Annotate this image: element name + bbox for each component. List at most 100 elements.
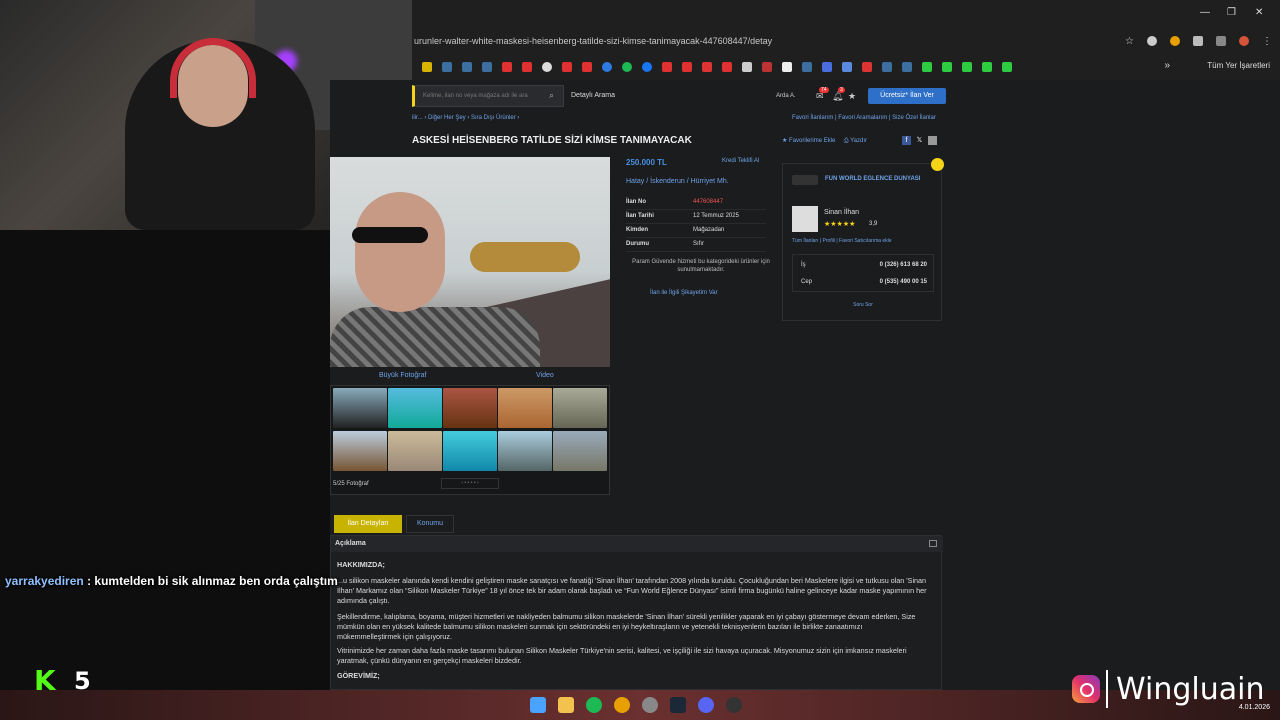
ask-question-link[interactable]: Soru Sor <box>783 302 943 308</box>
youtube-icon[interactable] <box>682 62 692 72</box>
bookmark-icon[interactable] <box>862 62 872 72</box>
steam-icon[interactable] <box>802 62 812 72</box>
steam-icon[interactable] <box>902 62 912 72</box>
steam-icon[interactable] <box>670 697 686 713</box>
chat-username: yarrakyediren <box>5 574 84 588</box>
youtube-icon[interactable] <box>582 62 592 72</box>
main-photo[interactable] <box>330 157 610 367</box>
post-ad-button[interactable]: Ücretsiz* İlan Ver <box>868 88 946 104</box>
print-link[interactable]: Yazdır <box>850 138 867 144</box>
thumbnail[interactable] <box>553 388 607 428</box>
thumbnail[interactable] <box>443 388 497 428</box>
bookmark-icon[interactable] <box>542 62 552 72</box>
store-name[interactable]: FUN WORLD EGLENCE DUNYASI <box>825 176 920 182</box>
avatar[interactable] <box>792 206 818 232</box>
extension-icon[interactable] <box>1170 36 1180 46</box>
user-menu[interactable]: Arda A. <box>776 93 796 99</box>
bookmark-icon[interactable] <box>702 62 712 72</box>
maximize-icon[interactable]: ❐ <box>1227 7 1236 18</box>
thumbnail[interactable] <box>443 431 497 471</box>
tab-listing-details[interactable]: İlan Detayları <box>334 515 402 533</box>
listing-actions: ★ Favorilerime Ekle ⎙ Yazdır <box>782 137 867 145</box>
profile-icon[interactable] <box>1239 36 1249 46</box>
complaint-link[interactable]: İlan ile İlgili Şikayetim Var <box>650 290 718 296</box>
detailed-search-link[interactable]: Detaylı Arama <box>571 92 615 99</box>
youtube-icon[interactable] <box>562 62 572 72</box>
phone-number[interactable]: 0 (326) 613 68 20 <box>880 262 927 268</box>
search-icon[interactable]: ⌕ <box>549 90 554 101</box>
obs-icon[interactable] <box>726 697 742 713</box>
seller-links[interactable]: Tüm İlanları | Profili | Favori Satıcıla… <box>792 238 892 244</box>
star-icon[interactable]: ★ <box>848 91 856 102</box>
big-photo-link[interactable]: Büyük Fotoğraf <box>379 372 426 379</box>
breadcrumb[interactable]: ilir... › Diğer Her Şey › Sıra Dışı Ürün… <box>412 115 519 121</box>
facebook-icon[interactable] <box>642 62 652 72</box>
location-breadcrumb[interactable]: Hatay / İskenderun / Hürriyet Mh. <box>626 178 729 185</box>
discord-icon[interactable] <box>698 697 714 713</box>
chevron-right-icon[interactable]: » <box>1164 60 1170 71</box>
all-bookmarks[interactable]: Tüm Yer İşaretleri <box>1207 61 1270 70</box>
seller-name[interactable]: Sinan İlhan <box>824 209 859 216</box>
photo-links: Büyük Fotoğraf Video <box>330 369 610 383</box>
store-logo[interactable] <box>792 175 818 185</box>
steam-icon[interactable] <box>482 62 492 72</box>
youtube-icon[interactable] <box>522 62 532 72</box>
description-paragraph: Şekillendirme, kalıplama, boyama, müşter… <box>337 612 916 641</box>
phone-number[interactable]: 0 (535) 490 00 15 <box>880 279 927 285</box>
print-icon[interactable]: ⎙ <box>844 138 849 144</box>
minimize-icon[interactable]: — <box>1200 7 1210 18</box>
close-icon[interactable]: ✕ <box>1255 7 1263 18</box>
bookmark-icon[interactable] <box>422 62 432 72</box>
bookmark-icon[interactable] <box>762 62 772 72</box>
bookmark-icon[interactable] <box>1002 62 1012 72</box>
bookmark-icon[interactable] <box>942 62 952 72</box>
youtube-icon[interactable] <box>502 62 512 72</box>
gallery-pager[interactable]: ‹ • • • • › <box>441 478 499 489</box>
bookmark-icon[interactable] <box>982 62 992 72</box>
facebook-icon[interactable]: f <box>902 136 911 145</box>
bookmark-star-icon[interactable]: ☆ <box>1125 36 1134 47</box>
settings-icon[interactable] <box>642 697 658 713</box>
thumbnail[interactable] <box>498 388 552 428</box>
bookmarks-bar <box>412 58 1280 76</box>
steam-icon[interactable] <box>882 62 892 72</box>
bookmark-icon[interactable] <box>742 62 752 72</box>
thumbnail[interactable] <box>388 431 442 471</box>
search-input[interactable]: Kelime, ilan no veya mağaza adı ile ara <box>412 85 564 107</box>
spotify-icon[interactable] <box>622 62 632 72</box>
folder-icon[interactable] <box>558 697 574 713</box>
more-icon[interactable]: ⋮ <box>1262 36 1272 47</box>
favorites-links[interactable]: Favori İlanlarım | Favori Aramalarım | S… <box>792 115 936 121</box>
collapse-icon[interactable] <box>929 540 937 547</box>
thumbnail[interactable] <box>333 388 387 428</box>
steam-icon[interactable] <box>442 62 452 72</box>
youtube-icon[interactable] <box>662 62 672 72</box>
mail-icon[interactable] <box>928 136 937 145</box>
puzzle-icon[interactable] <box>1193 36 1203 46</box>
thumbnail[interactable] <box>498 431 552 471</box>
description-header: Açıklama <box>331 536 943 552</box>
add-favorites-link[interactable]: ★ Favorilerime Ekle <box>782 138 835 144</box>
x-icon[interactable]: 𝕏 <box>915 136 924 145</box>
chrome-icon[interactable] <box>614 697 630 713</box>
spotify-icon[interactable] <box>586 697 602 713</box>
start-icon[interactable] <box>530 697 546 713</box>
thumbnail[interactable] <box>553 431 607 471</box>
bookmark-icon[interactable] <box>822 62 832 72</box>
bookmark-icon[interactable] <box>782 62 792 72</box>
menu-list-icon[interactable] <box>1216 36 1226 46</box>
thumbnail[interactable] <box>333 431 387 471</box>
url-text[interactable]: urunler-walter-white-maskesi-heisenberg-… <box>414 36 772 46</box>
bookmark-icon[interactable] <box>602 62 612 72</box>
tab-location[interactable]: Konumu <box>406 515 454 533</box>
video-link[interactable]: Video <box>536 372 554 379</box>
steam-icon[interactable] <box>462 62 472 72</box>
bookmark-icon[interactable] <box>962 62 972 72</box>
bookmark-icon[interactable] <box>922 62 932 72</box>
youtube-icon[interactable] <box>722 62 732 72</box>
thumbnail[interactable] <box>388 388 442 428</box>
credit-offer-link[interactable]: Kredi Teklifi Al <box>722 158 759 164</box>
shield-icon[interactable] <box>1147 36 1157 46</box>
seller-card: FUN WORLD EGLENCE DUNYASI Sinan İlhan ★★… <box>782 158 944 321</box>
bookmark-icon[interactable] <box>842 62 852 72</box>
